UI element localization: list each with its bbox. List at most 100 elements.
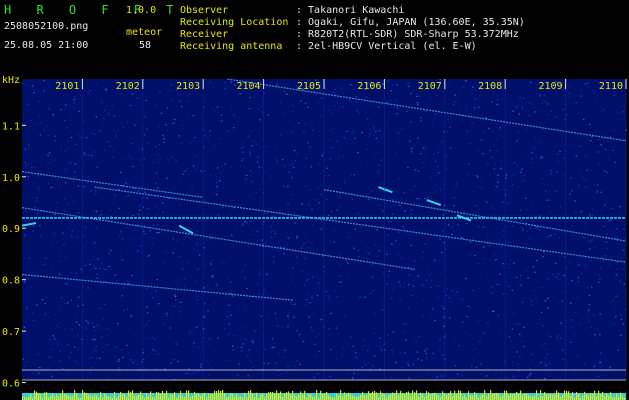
activity-bar bbox=[610, 392, 612, 400]
noise-speckle bbox=[246, 99, 249, 101]
noise-speckle bbox=[52, 113, 55, 115]
noise-speckle bbox=[164, 252, 167, 254]
noise-speckle bbox=[198, 267, 200, 269]
noise-speckle bbox=[41, 299, 44, 301]
noise-speckle bbox=[350, 101, 353, 103]
noise-speckle bbox=[194, 272, 197, 274]
noise-speckle bbox=[183, 166, 186, 168]
noise-speckle bbox=[477, 352, 480, 355]
noise-speckle bbox=[417, 358, 419, 360]
noise-speckle bbox=[600, 144, 602, 146]
noise-speckle bbox=[340, 87, 343, 89]
noise-speckle bbox=[47, 134, 49, 136]
activity-bar bbox=[620, 392, 622, 400]
noise-speckle bbox=[55, 202, 58, 204]
noise-speckle bbox=[450, 172, 452, 174]
noise-speckle bbox=[584, 264, 586, 266]
noise-speckle bbox=[83, 152, 86, 154]
noise-speckle bbox=[513, 162, 516, 164]
noise-speckle bbox=[494, 316, 496, 318]
noise-speckle bbox=[490, 245, 492, 247]
activity-bar bbox=[286, 392, 288, 400]
noise-speckle bbox=[297, 373, 299, 375]
noise-speckle bbox=[499, 273, 501, 275]
noise-speckle bbox=[250, 130, 252, 132]
noise-speckle bbox=[172, 241, 174, 243]
noise-speckle bbox=[291, 279, 293, 281]
activity-bar bbox=[270, 392, 272, 400]
activity-bar bbox=[182, 396, 184, 400]
noise-speckle bbox=[586, 286, 589, 288]
noise-speckle bbox=[308, 301, 310, 304]
noise-speckle bbox=[117, 322, 119, 325]
noise-speckle bbox=[396, 208, 398, 211]
noise-speckle bbox=[218, 290, 221, 292]
noise-speckle bbox=[198, 346, 200, 348]
noise-speckle bbox=[201, 128, 203, 130]
noise-speckle bbox=[199, 296, 201, 298]
noise-speckle bbox=[589, 212, 591, 215]
noise-speckle bbox=[366, 148, 369, 150]
noise-speckle bbox=[90, 154, 93, 157]
noise-speckle bbox=[591, 286, 593, 288]
activity-bar bbox=[290, 394, 292, 400]
noise-speckle bbox=[77, 362, 79, 364]
noise-speckle bbox=[346, 196, 349, 198]
noise-speckle bbox=[295, 359, 298, 361]
noise-speckle bbox=[472, 289, 474, 292]
noise-speckle bbox=[50, 268, 52, 270]
noise-speckle bbox=[483, 116, 486, 118]
file-name: 2508052100.png bbox=[4, 21, 89, 32]
activity-bar bbox=[156, 392, 158, 400]
noise-speckle bbox=[614, 316, 617, 318]
noise-speckle bbox=[219, 120, 221, 122]
noise-speckle bbox=[590, 326, 593, 328]
noise-speckle bbox=[287, 315, 289, 318]
noise-speckle bbox=[381, 116, 383, 118]
noise-speckle bbox=[94, 330, 96, 332]
noise-speckle bbox=[623, 112, 625, 115]
noise-speckle bbox=[585, 155, 587, 157]
noise-speckle bbox=[220, 158, 223, 160]
activity-bar bbox=[86, 393, 88, 400]
noise-speckle bbox=[254, 95, 256, 97]
noise-speckle bbox=[435, 160, 437, 162]
noise-speckle bbox=[406, 362, 409, 364]
noise-speckle bbox=[428, 172, 430, 174]
noise-speckle bbox=[598, 163, 600, 165]
noise-speckle bbox=[365, 276, 368, 278]
noise-speckle bbox=[556, 160, 559, 162]
activity-bar bbox=[596, 396, 598, 400]
noise-speckle bbox=[604, 204, 606, 206]
noise-speckle bbox=[265, 243, 267, 245]
noise-speckle bbox=[174, 294, 176, 296]
noise-speckle bbox=[196, 295, 198, 297]
noise-speckle bbox=[98, 307, 101, 309]
noise-speckle bbox=[106, 295, 108, 298]
noise-speckle bbox=[446, 131, 449, 133]
noise-speckle bbox=[128, 126, 130, 129]
noise-speckle bbox=[119, 165, 121, 167]
noise-speckle bbox=[201, 348, 204, 350]
activity-bar bbox=[508, 395, 510, 400]
noise-speckle bbox=[39, 235, 42, 237]
noise-speckle bbox=[88, 357, 91, 359]
noise-speckle bbox=[97, 258, 99, 260]
noise-speckle bbox=[416, 102, 419, 104]
noise-speckle bbox=[518, 113, 520, 115]
noise-speckle bbox=[358, 112, 361, 114]
noise-speckle bbox=[198, 254, 201, 256]
noise-speckle bbox=[128, 155, 130, 157]
noise-speckle bbox=[252, 366, 254, 368]
noise-speckle bbox=[474, 348, 476, 350]
noise-speckle bbox=[256, 161, 259, 163]
noise-speckle bbox=[39, 366, 41, 368]
noise-speckle bbox=[364, 358, 367, 360]
activity-bar bbox=[192, 395, 194, 400]
noise-speckle bbox=[479, 139, 482, 141]
noise-speckle bbox=[328, 298, 330, 300]
noise-speckle bbox=[420, 153, 422, 155]
activity-bar bbox=[250, 390, 252, 400]
noise-speckle bbox=[500, 167, 502, 169]
noise-speckle bbox=[508, 267, 510, 269]
